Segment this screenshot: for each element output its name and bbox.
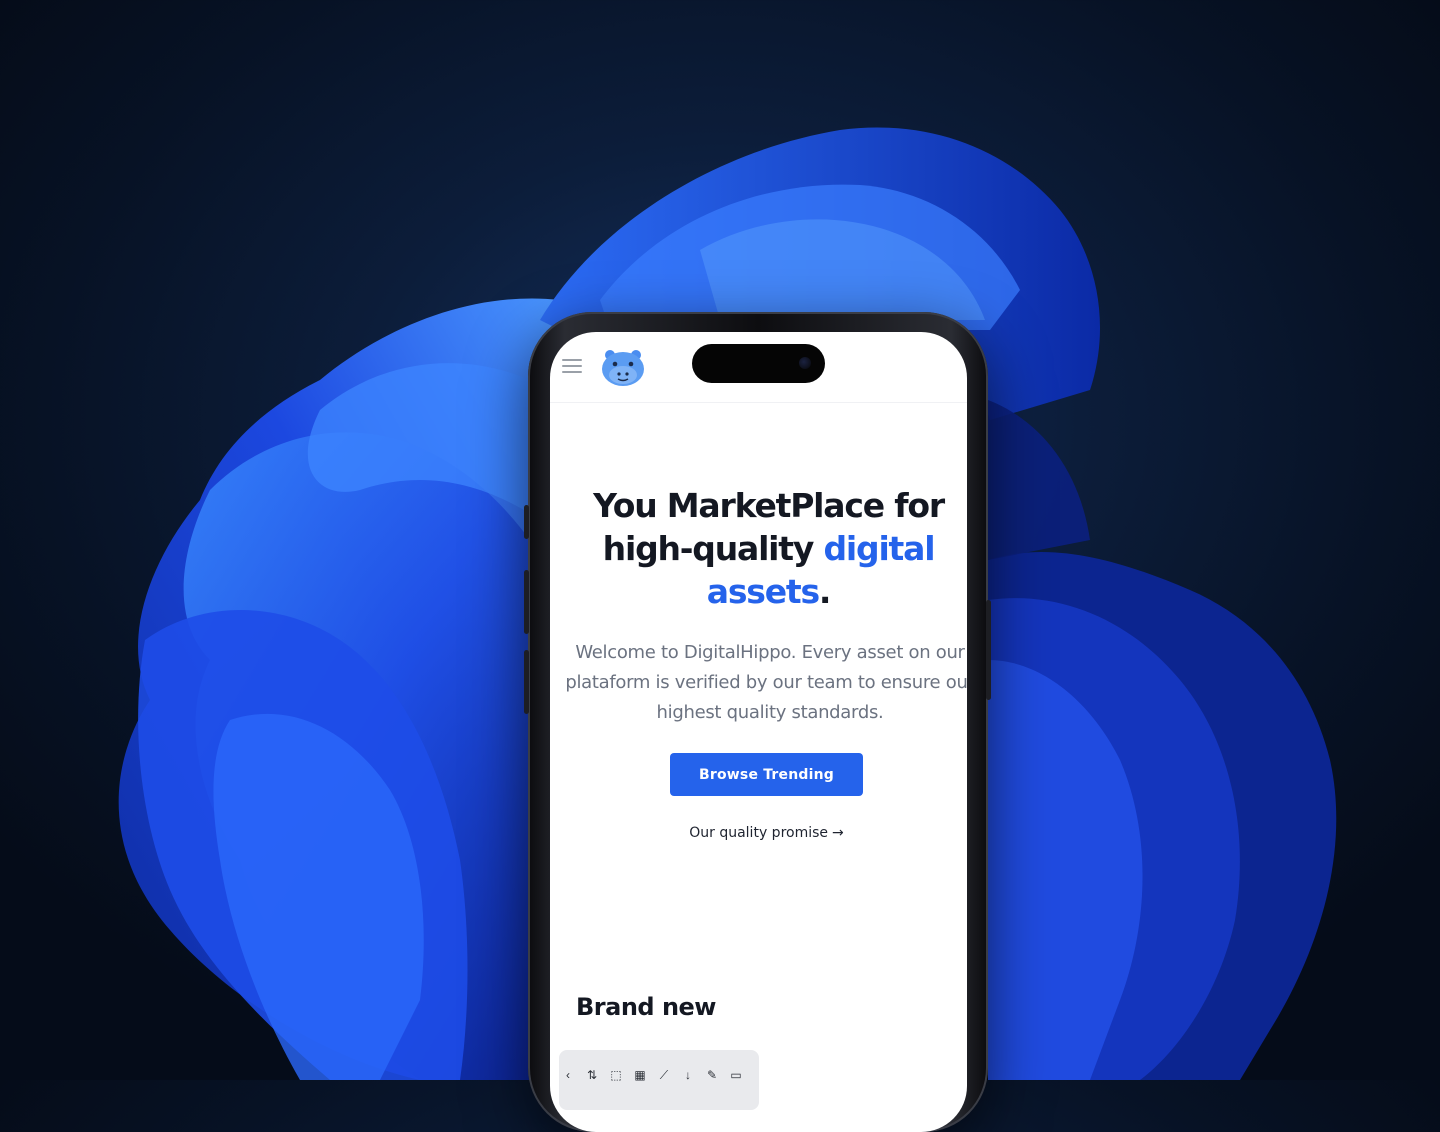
hero-title-line1: You MarketPlace for bbox=[593, 486, 945, 525]
phone-action-button bbox=[524, 505, 529, 539]
phone-volume-down-button bbox=[524, 650, 529, 714]
arrow-right-icon: → bbox=[832, 825, 844, 841]
browse-trending-button[interactable]: Browse Trending bbox=[670, 753, 863, 796]
phone-volume-up-button bbox=[524, 570, 529, 634]
phone-power-button bbox=[986, 600, 991, 700]
hamburger-menu-icon[interactable] bbox=[562, 359, 582, 375]
hero-title: You MarketPlace for high-quality digital… bbox=[550, 484, 967, 613]
quality-promise-label: Our quality promise bbox=[689, 825, 829, 841]
hero-title-line3: assets. bbox=[550, 570, 967, 613]
hero-title-accent: digital bbox=[823, 529, 935, 568]
floating-toolbar: ‹ ⇅ ⬚ ▦ ⟋ ↓ ✎ ▭ bbox=[559, 1050, 759, 1110]
hero-title-line2: high-quality digital bbox=[550, 527, 967, 570]
front-camera-icon bbox=[799, 357, 811, 369]
hippo-logo-icon[interactable] bbox=[600, 348, 646, 388]
phone-screen: You MarketPlace for high-quality digital… bbox=[550, 332, 967, 1132]
hero-title-plain: high-quality bbox=[602, 529, 815, 568]
hero-title-period: . bbox=[818, 572, 832, 611]
section-title: Brand new bbox=[576, 993, 716, 1021]
hero-description: Welcome to DigitalHippo. Every asset on … bbox=[565, 642, 967, 723]
hero-title-accent-2: assets bbox=[706, 572, 820, 611]
dynamic-island bbox=[692, 344, 825, 383]
quality-promise-link[interactable]: Our quality promise → bbox=[660, 825, 873, 841]
